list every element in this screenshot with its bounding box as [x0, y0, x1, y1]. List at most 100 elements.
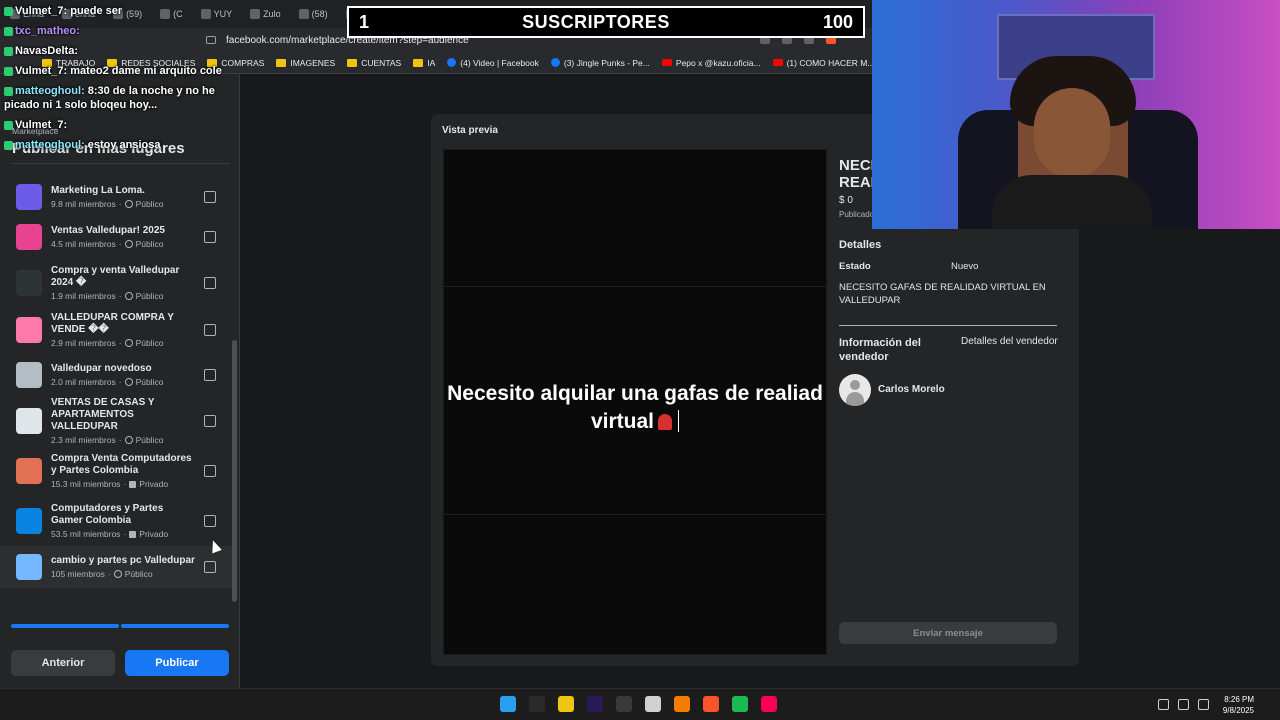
group-checkbox[interactable]: [204, 231, 216, 243]
preview-label: Vista previa: [442, 125, 498, 136]
separator-dot: ·: [118, 338, 122, 348]
brave-icon[interactable]: [703, 696, 719, 712]
taskbar-clock[interactable]: 8:26 PM 9/8/2025: [1216, 694, 1254, 716]
lock-icon: [129, 480, 137, 488]
progress-step-1: [11, 624, 119, 628]
volume-icon[interactable]: [1198, 699, 1209, 710]
globe-icon: [124, 339, 133, 347]
siren-emoji-icon: [658, 414, 673, 430]
send-message-button[interactable]: Enviar mensaje: [839, 622, 1057, 644]
listing-image-text: Necesito alquilar una gafas de realiad v…: [444, 380, 826, 436]
group-row[interactable]: VALLEDUPAR COMPRA Y VENDE �� 2.9 mil miem…: [0, 306, 232, 354]
tiktok-icon[interactable]: [761, 696, 777, 712]
group-row[interactable]: cambio y partes pc Valledupar 105 miembro…: [0, 546, 232, 588]
bookmark-item[interactable]: IMAGENES: [276, 58, 335, 68]
vlc-icon[interactable]: [674, 696, 690, 712]
windows-start-icon[interactable]: [500, 696, 516, 712]
group-checkbox[interactable]: [204, 191, 216, 203]
epic-games-icon[interactable]: [529, 696, 545, 712]
listing-image: Necesito alquilar una gafas de realiad v…: [443, 149, 827, 655]
group-members: 105 miembros: [51, 569, 105, 579]
chat-badge-icon: [4, 86, 13, 96]
stream-chat-overlay: Vulmet_7: puede ser txc_matheo: NavasDelta…: [4, 4, 234, 158]
group-checkbox[interactable]: [204, 465, 216, 477]
group-thumbnail: [16, 408, 42, 434]
obs-icon[interactable]: [616, 696, 632, 712]
separator-dot: ·: [118, 291, 122, 301]
details-heading: Detalles: [839, 239, 882, 251]
file-explorer-icon[interactable]: [558, 696, 574, 712]
separator-dot: ·: [107, 569, 111, 579]
group-checkbox[interactable]: [204, 561, 216, 573]
group-checkbox[interactable]: [204, 277, 216, 289]
group-members: 2.0 mil miembros: [51, 377, 116, 387]
bookmark-item[interactable]: (3) Jingle Punks - Pe...: [550, 58, 650, 68]
bookmark-item[interactable]: (4) Video | Facebook: [447, 58, 539, 68]
globe-icon: [124, 200, 133, 208]
folder-icon: [276, 58, 287, 67]
publish-button[interactable]: Publicar: [125, 650, 229, 676]
group-row[interactable]: Compra y venta Valledupar 2024 � 1.9 mil …: [0, 260, 232, 306]
avatar-body: [846, 392, 864, 406]
panel-scrollbar[interactable]: [232, 340, 237, 602]
spotify-icon[interactable]: [732, 696, 748, 712]
group-row[interactable]: Marketing La Loma. 9.8 mil miembros · Públi…: [0, 180, 232, 214]
group-members: 15.3 mil miembros: [51, 479, 121, 489]
bookmark-item[interactable]: IA: [413, 58, 435, 68]
webcam-feed: [872, 0, 1280, 229]
premiere-pro-icon[interactable]: [587, 696, 603, 712]
group-row[interactable]: Ventas Valledupar! 2025 4.5 mil miembros ·…: [0, 214, 232, 260]
seller-details-link[interactable]: Detalles del vendedor: [961, 336, 1058, 347]
group-checkbox[interactable]: [204, 415, 216, 427]
notepad-icon[interactable]: [645, 696, 661, 712]
group-members: 9.8 mil miembros: [51, 199, 116, 209]
chat-text: estoy ansiosa: [84, 139, 161, 151]
group-meta: 1.9 mil miembros · Público: [51, 291, 196, 301]
separator-dot: ·: [123, 529, 127, 539]
network-icon[interactable]: [1178, 699, 1189, 710]
group-info: Valledupar novedoso 2.0 mil miembros · Públ…: [51, 363, 196, 387]
progress-step-2: [121, 624, 229, 628]
bookmark-label: IA: [427, 57, 436, 68]
facebook-icon: [550, 58, 560, 67]
browser-tab[interactable]: (58): [293, 3, 334, 25]
group-info: Marketing La Loma. 9.8 mil miembros · Públi…: [51, 185, 196, 209]
group-name: VENTAS DE CASAS Y APARTAMENTOS VALLEDUPA…: [51, 397, 155, 432]
bookmark-item[interactable]: CUENTAS: [347, 58, 401, 68]
chat-message: Vulmet_7: puede ser: [4, 4, 234, 18]
listing-price: $ 0: [839, 195, 853, 206]
group-checkbox[interactable]: [204, 369, 216, 381]
group-row[interactable]: VENTAS DE CASAS Y APARTAMENTOS VALLEDUPA…: [0, 396, 232, 446]
clock-time: 8:26 PM: [1224, 695, 1254, 704]
bookmark-item[interactable]: Pepo x @kazu.oficia...: [661, 58, 761, 68]
separator-dot: ·: [123, 479, 127, 489]
browser-tab[interactable]: Zulo: [244, 3, 287, 25]
system-tray: [1138, 699, 1209, 710]
group-name: Valledupar novedoso: [51, 363, 152, 374]
previous-button[interactable]: Anterior: [11, 650, 115, 676]
microphone-icon[interactable]: [1158, 699, 1169, 710]
group-members: 2.3 mil miembros: [51, 435, 116, 445]
group-checkbox[interactable]: [204, 515, 216, 527]
chat-message: Vulmet_7: mateo2 dame mi arquito cole: [4, 64, 234, 78]
group-thumbnail: [16, 458, 42, 484]
group-checkbox[interactable]: [204, 324, 216, 336]
clock-date: 9/8/2025: [1222, 706, 1254, 715]
taskbar-apps: [500, 696, 777, 712]
group-thumbnail: [16, 184, 42, 210]
group-row[interactable]: Compra Venta Computadores y Partes Colom…: [0, 446, 232, 496]
group-row[interactable]: Computadores y Partes Gamer Colombia 53.5…: [0, 496, 232, 546]
chat-badge-icon: [4, 6, 13, 16]
globe-icon: [124, 378, 133, 386]
chevron-up-icon[interactable]: [1138, 699, 1149, 710]
globe-icon: [124, 292, 133, 300]
folder-icon: [413, 58, 424, 67]
listing-description: NECESITO GAFAS DE REALIDAD VIRTUAL EN VA…: [839, 282, 1046, 306]
chat-username: Vulmet_7:: [15, 5, 68, 17]
condition-value: Nuevo: [951, 261, 979, 272]
listing-image-caption: Necesito alquilar una gafas de realiad v…: [447, 382, 823, 433]
group-row[interactable]: Valledupar novedoso 2.0 mil miembros · Públ…: [0, 354, 232, 396]
bookmark-item[interactable]: (1) COMO HACER M...: [772, 58, 872, 68]
seller-avatar: [839, 374, 871, 406]
chat-message: matteoghoul: estoy ansiosa: [4, 138, 234, 152]
